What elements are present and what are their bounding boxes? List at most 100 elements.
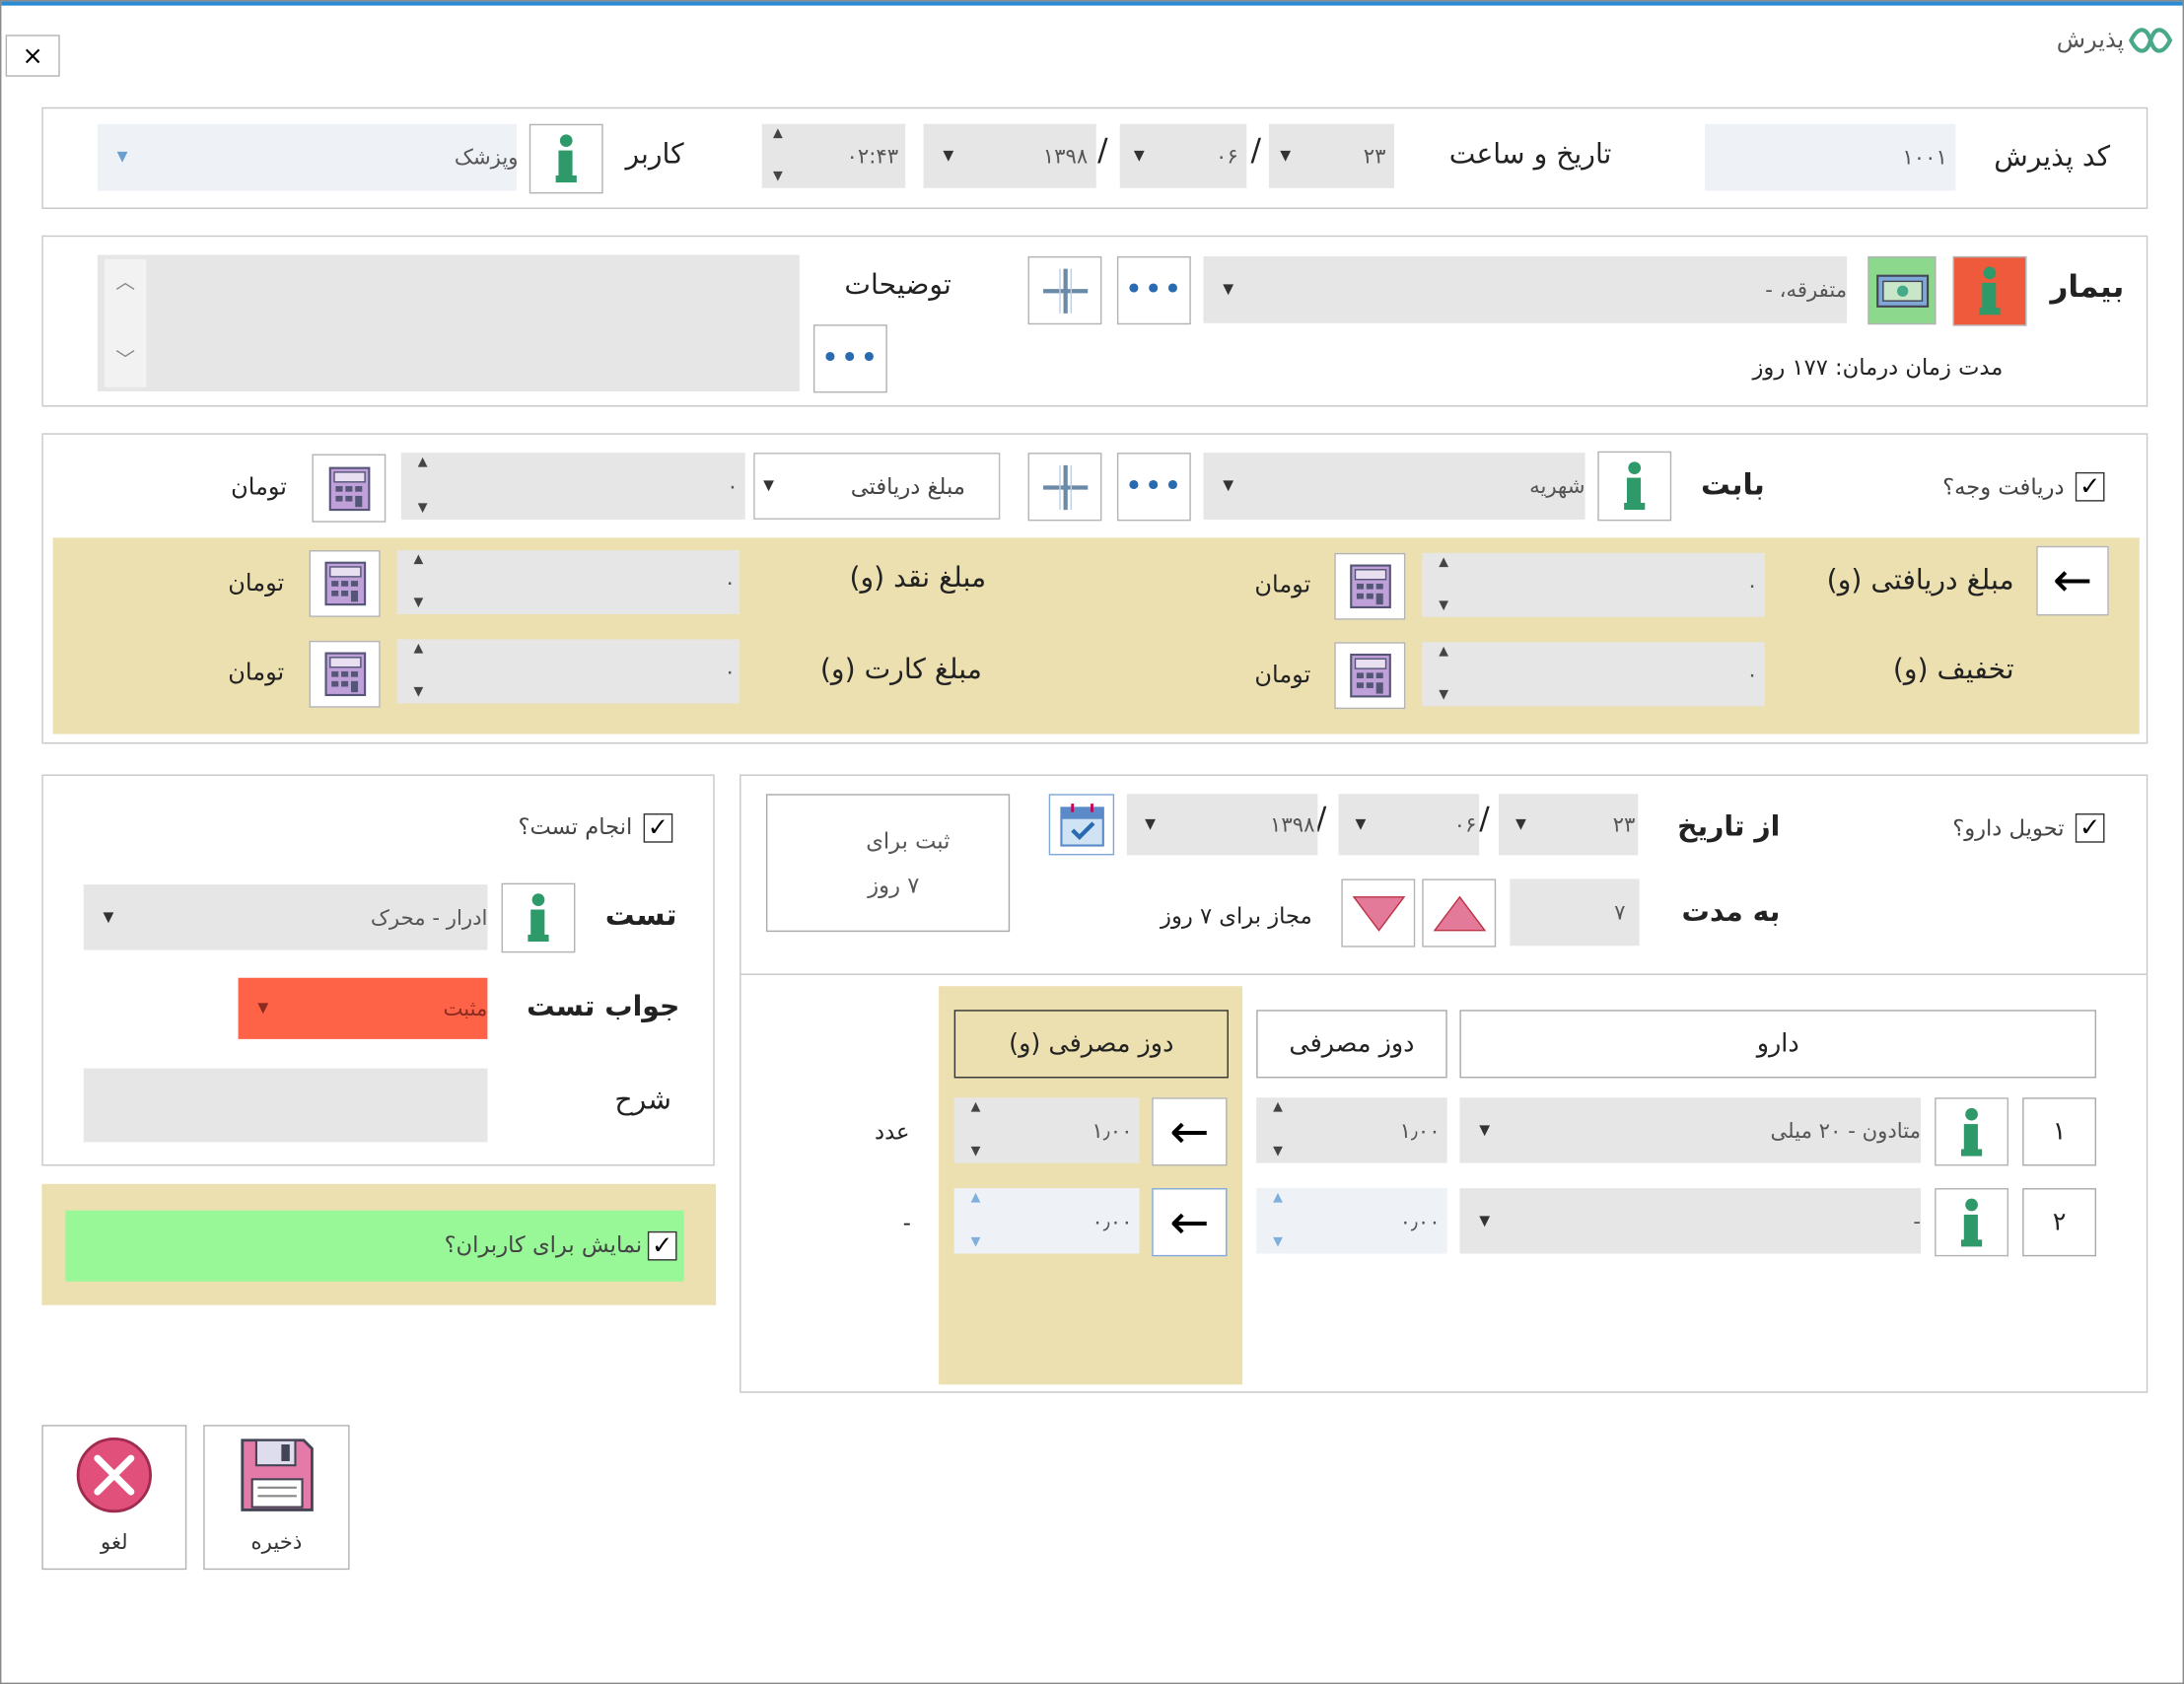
chevron-down-icon: ▼ xyxy=(116,149,128,166)
test-info-button[interactable] xyxy=(501,882,576,953)
chevron-down-icon: ▼ xyxy=(1515,816,1526,833)
test-select[interactable]: ادرار - محرک ▼ xyxy=(83,884,488,950)
close-button[interactable]: × xyxy=(5,35,60,77)
subject-more-button[interactable]: ••• xyxy=(1116,453,1191,522)
received-calculator-button[interactable] xyxy=(1334,552,1406,620)
calendar-button[interactable] xyxy=(1048,794,1115,856)
received-currency: تومان xyxy=(1254,571,1311,599)
subject-info-button[interactable] xyxy=(1597,451,1672,522)
amount-type-select[interactable]: مبلغ دریافتی ▼ xyxy=(753,453,1001,520)
treatment-duration: مدت زمان درمان: ۱۷۷ روز xyxy=(1752,353,2004,381)
notes-scrollbar[interactable]: ︿ ﹀ xyxy=(104,258,147,387)
chevron-down-icon: ▼ xyxy=(943,148,954,164)
calculator-icon xyxy=(323,561,366,606)
patient-more-button[interactable]: ••• xyxy=(1116,255,1191,325)
from-day-select[interactable]: ۲۳ ▼ xyxy=(1498,794,1639,856)
floppy-disk-icon xyxy=(240,1438,314,1511)
from-month-select[interactable]: ۰۶ ▼ xyxy=(1338,794,1480,856)
chevron-down-icon: ▼ xyxy=(103,909,114,926)
chevron-up-icon[interactable]: ︿ xyxy=(115,267,135,295)
user-select[interactable]: وپزشک ▼ xyxy=(97,123,519,191)
arrow-left-icon: ← xyxy=(1169,1103,1210,1160)
month-select[interactable]: ۰۶ ▼ xyxy=(1119,123,1247,188)
notes-label: توضیحات xyxy=(844,267,951,302)
payment-details-panel: ← مبلغ دریافتی (و) ۰ ▲ ▼ تومان مبلغ نقد (و… xyxy=(52,537,2140,735)
row-dose-v-field[interactable]: ۰٫۰۰ ▲ ▼ xyxy=(953,1188,1140,1254)
card-field[interactable]: ۰ ▲ ▼ xyxy=(396,639,740,704)
card-calculator-button[interactable] xyxy=(309,640,381,708)
show-users-panel: ✓ نمایش برای کاربران؟ xyxy=(41,1183,717,1305)
save-label: ذخیره xyxy=(250,1529,303,1555)
chevron-down-icon: ▼ xyxy=(1223,478,1234,494)
receive-checkbox[interactable]: ✓ xyxy=(2075,471,2105,502)
notes-textarea[interactable]: ︿ ﹀ xyxy=(97,254,800,391)
chevron-down-icon: ▼ xyxy=(1145,816,1157,833)
discount-field[interactable]: ۰ ▲ ▼ xyxy=(1422,642,1765,707)
answer-select[interactable]: مثبت ▼ xyxy=(238,977,488,1039)
subject-add-button[interactable] xyxy=(1027,453,1102,522)
amount-calculator-button[interactable] xyxy=(312,454,387,523)
subject-select[interactable]: شهریه ▼ xyxy=(1203,453,1585,520)
increase-duration-button[interactable] xyxy=(1422,878,1497,947)
received-arrow-button[interactable]: ← xyxy=(2036,545,2109,616)
from-year-value: ۱۳۹۸ xyxy=(1269,811,1315,838)
patient-add-button[interactable] xyxy=(1027,255,1102,325)
day-select[interactable]: ۲۳ ▼ xyxy=(1268,123,1395,188)
chevron-down-icon: ▼ xyxy=(763,478,775,494)
user-value: وپزشک xyxy=(454,144,519,171)
show-users-checkbox[interactable]: ✓ xyxy=(647,1230,677,1261)
patient-info-button[interactable] xyxy=(1952,255,2027,326)
decrease-duration-button[interactable] xyxy=(1341,878,1416,947)
received-field[interactable]: ۰ ▲ ▼ xyxy=(1422,552,1765,617)
row-dose-field[interactable]: ۱٫۰۰ ▲ ▼ xyxy=(1256,1097,1447,1163)
calendar-icon xyxy=(1059,804,1104,847)
year-value: ۱۳۹۸ xyxy=(1042,143,1089,169)
patient-select[interactable]: متفرقه، - ▼ xyxy=(1203,255,1848,323)
row-drug-select[interactable]: - ▼ xyxy=(1459,1188,1922,1254)
window-title: پذیرش xyxy=(2056,26,2125,55)
money-button[interactable] xyxy=(1867,255,1937,325)
do-test-checkbox[interactable]: ✓ xyxy=(643,813,673,843)
close-icon[interactable]: × xyxy=(23,41,43,71)
cancel-x-icon xyxy=(76,1437,152,1513)
time-field[interactable]: ۰۲:۴۳ ▲ ▼ xyxy=(761,123,906,188)
duration-value: ۷ xyxy=(1614,899,1626,926)
notes-more-button[interactable]: ••• xyxy=(812,324,887,393)
duration-field[interactable]: ۷ xyxy=(1510,878,1640,947)
row-dose-value: ۱٫۰۰ xyxy=(1399,1117,1441,1144)
row-drug-info-button[interactable] xyxy=(1935,1097,2009,1166)
register-for-days-box[interactable]: ثبت برای ۷ روز xyxy=(765,794,1011,933)
row-copy-dose-button[interactable]: ← xyxy=(1152,1097,1228,1166)
row-drug-select[interactable]: متادون - ۲۰ میلی ▼ xyxy=(1459,1097,1922,1163)
desc-field[interactable] xyxy=(83,1068,488,1143)
datetime-label: تاریخ و ساعت xyxy=(1448,136,1612,171)
day-value: ۲۳ xyxy=(1363,143,1386,169)
cancel-button[interactable]: لغو xyxy=(41,1425,187,1571)
app-logo-icon xyxy=(2127,21,2174,60)
plus-icon xyxy=(1042,464,1088,510)
row-dose-field[interactable]: ۰٫۰۰ ▲ ▼ xyxy=(1256,1188,1447,1254)
user-info-button[interactable] xyxy=(528,123,603,194)
info-icon xyxy=(1624,461,1646,511)
amount-field[interactable]: ۰ ▲ ▼ xyxy=(400,453,745,520)
from-year-select[interactable]: ۱۳۹۸ ▼ xyxy=(1126,794,1318,856)
cash-field[interactable]: ۰ ▲ ▼ xyxy=(396,550,740,615)
info-icon xyxy=(528,893,549,943)
discount-calculator-button[interactable] xyxy=(1334,642,1406,710)
drug-group: ✓ تحویل دارو؟ از تاریخ ۲۳ ▼ / ۰۶ ▼ / ۱۳۹۸ ▼… xyxy=(740,774,2149,1393)
save-button[interactable]: ذخیره xyxy=(203,1425,350,1571)
more-dots-icon: ••• xyxy=(1124,469,1183,505)
row-drug-info-button[interactable] xyxy=(1935,1188,2009,1257)
time-value: ۰۲:۴۳ xyxy=(846,143,899,169)
year-select[interactable]: ۱۳۹۸ ▼ xyxy=(923,123,1096,188)
duration-label: به مدت xyxy=(1681,893,1781,928)
chevron-down-icon[interactable]: ﹀ xyxy=(115,345,135,373)
chevron-down-icon: ▼ xyxy=(1280,148,1292,164)
cash-calculator-button[interactable] xyxy=(309,550,381,617)
row-copy-dose-button[interactable]: ← xyxy=(1152,1188,1228,1257)
delivery-checkbox[interactable]: ✓ xyxy=(2075,813,2105,843)
answer-label: جواب تست xyxy=(527,989,680,1022)
window-accent-bar xyxy=(1,1,2183,6)
row-dose-v-field[interactable]: ۱٫۰۰ ▲ ▼ xyxy=(953,1097,1140,1163)
code-field[interactable]: ۱۰۰۱ xyxy=(1705,123,1956,191)
